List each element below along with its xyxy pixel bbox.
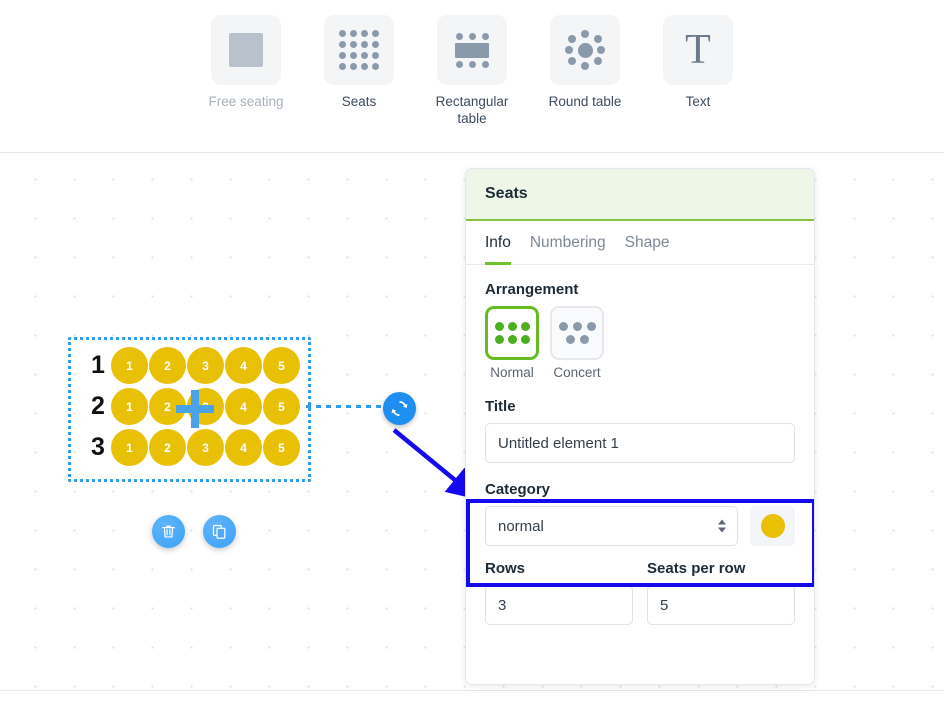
panel-title: Seats — [485, 185, 528, 203]
panel-header: Seats — [466, 169, 814, 221]
tool-text[interactable]: T Text — [661, 15, 736, 128]
arrangement-label: Arrangement — [485, 281, 795, 298]
seats-tile[interactable] — [324, 15, 394, 85]
seat[interactable]: 1 — [111, 388, 148, 425]
seat[interactable]: 2 — [149, 388, 186, 425]
text-tile[interactable]: T — [663, 15, 733, 85]
seat[interactable]: 3 — [187, 429, 224, 466]
properties-panel: Seats Info Numbering Shape Arrangement N… — [465, 168, 815, 685]
title-input[interactable]: Untitled element 1 — [485, 423, 795, 463]
seat[interactable]: 3 — [187, 388, 224, 425]
panel-tabs: Info Numbering Shape — [466, 221, 814, 265]
seating-plan-editor: Free seating Seats — [0, 0, 944, 702]
seat[interactable]: 4 — [225, 347, 262, 384]
panel-body: Arrangement Normal — [466, 265, 814, 625]
seat[interactable]: 2 — [149, 347, 186, 384]
text-icon: T — [685, 29, 711, 71]
seat[interactable]: 4 — [225, 388, 262, 425]
seat[interactable]: 5 — [263, 347, 300, 384]
tab-info[interactable]: Info — [485, 221, 511, 265]
seats-per-row-input[interactable]: 5 — [647, 585, 795, 625]
arrangement-option-concert[interactable]: Concert — [550, 306, 604, 380]
rectangular-table-tile[interactable] — [437, 15, 507, 85]
arrangement-caption-normal: Normal — [490, 365, 534, 380]
delete-button[interactable] — [152, 515, 185, 548]
tool-label-free-seating: Free seating — [204, 94, 288, 111]
category-label: Category — [485, 481, 795, 498]
selected-seat-block[interactable]: 1 1 2 3 4 5 2 1 2 3 4 5 3 1 2 3 4 — [68, 337, 311, 482]
seats-per-row-label: Seats per row — [647, 560, 795, 577]
element-toolbar: Free seating Seats — [0, 0, 944, 153]
concert-arrangement-icon — [559, 322, 596, 344]
tool-strip: Free seating Seats — [209, 0, 736, 128]
row-label: 1 — [86, 353, 110, 378]
concert-arrangement-tile[interactable] — [550, 306, 604, 360]
normal-arrangement-icon — [495, 322, 530, 344]
free-seating-tile[interactable] — [211, 15, 281, 85]
tool-label-seats: Seats — [317, 94, 401, 111]
chevron-updown-icon — [718, 520, 726, 533]
tab-shape[interactable]: Shape — [625, 221, 670, 265]
seat-grid-icon — [339, 30, 379, 70]
canvas-bottom-divider — [0, 690, 944, 691]
arrangement-options: Normal Concert — [485, 306, 795, 380]
seat-rows: 1 1 2 3 4 5 2 1 2 3 4 5 3 1 2 3 4 — [86, 347, 300, 466]
row-label: 3 — [86, 435, 110, 460]
trash-icon — [160, 523, 177, 540]
color-dot-icon — [761, 514, 785, 538]
category-select[interactable]: normal — [485, 506, 738, 546]
square-icon — [229, 33, 263, 67]
tab-numbering[interactable]: Numbering — [530, 221, 606, 265]
rows-and-seats-row: Rows 3 Seats per row 5 — [485, 560, 795, 625]
row-label: 2 — [86, 394, 110, 419]
copy-icon — [211, 523, 228, 540]
seat[interactable]: 5 — [263, 429, 300, 466]
category-row: normal — [485, 506, 795, 546]
selection-connector-line — [306, 405, 386, 408]
seat[interactable]: 2 — [149, 429, 186, 466]
category-color-swatch[interactable] — [750, 506, 795, 546]
arrangement-option-normal[interactable]: Normal — [485, 306, 539, 380]
rotate-icon — [389, 398, 410, 419]
seat-row[interactable]: 1 1 2 3 4 5 — [86, 347, 300, 384]
tool-round-table[interactable]: Round table — [548, 15, 623, 128]
seat[interactable]: 1 — [111, 347, 148, 384]
tool-label-text: Text — [656, 94, 740, 111]
tool-rectangular-table[interactable]: Rectangular table — [435, 15, 510, 128]
rows-label: Rows — [485, 560, 633, 577]
seat[interactable]: 3 — [187, 347, 224, 384]
tool-label-round-table: Round table — [543, 94, 627, 111]
tool-label-rectangular-table: Rectangular table — [430, 94, 514, 128]
round-table-icon — [565, 30, 605, 70]
rows-input[interactable]: 3 — [485, 585, 633, 625]
tool-free-seating[interactable]: Free seating — [209, 15, 284, 128]
round-table-tile[interactable] — [550, 15, 620, 85]
rectangular-table-icon — [455, 33, 489, 68]
seat[interactable]: 5 — [263, 388, 300, 425]
seat[interactable]: 4 — [225, 429, 262, 466]
normal-arrangement-tile[interactable] — [485, 306, 539, 360]
seat[interactable]: 1 — [111, 429, 148, 466]
title-label: Title — [485, 398, 795, 415]
seat-row[interactable]: 2 1 2 3 4 5 — [86, 388, 300, 425]
rotate-handle[interactable] — [383, 392, 416, 425]
duplicate-button[interactable] — [203, 515, 236, 548]
arrangement-caption-concert: Concert — [553, 365, 600, 380]
tool-seats[interactable]: Seats — [322, 15, 397, 128]
seat-row[interactable]: 3 1 2 3 4 5 — [86, 429, 300, 466]
